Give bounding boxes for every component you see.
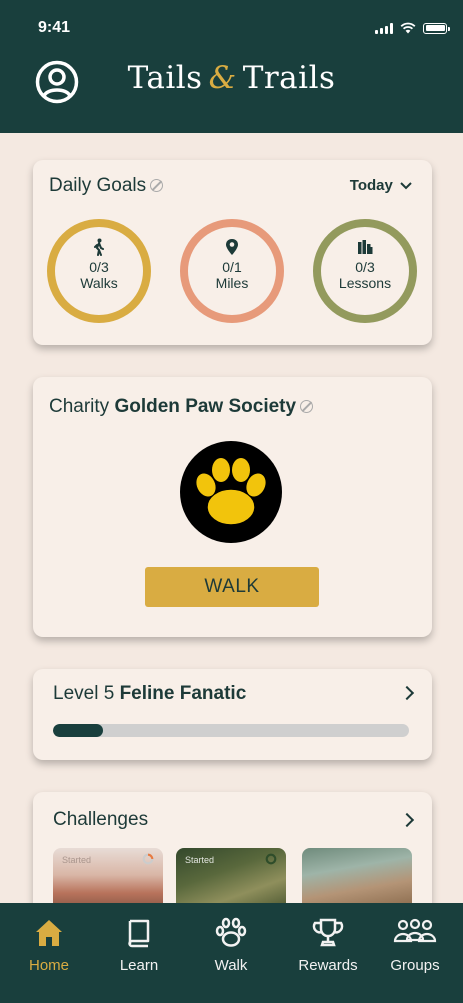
challenge-status: Started [185,855,215,865]
goal-ring-lessons[interactable]: 0/3 Lessons [313,219,417,323]
miles-label: Miles [215,275,249,291]
info-icon[interactable] [150,179,164,193]
book-icon [128,919,150,948]
challenges-title: Challenges [53,809,149,830]
period-label: Today [349,177,393,194]
daily-goals-card: Daily Goals Today 0/3 Walks 0/1 Miles 0/… [33,160,432,345]
tab-label: Walk [214,957,248,974]
miles-value: 0/1 [222,259,242,275]
tab-groups[interactable]: Groups [370,917,460,974]
bottom-tab-bar: Home Learn Walk Rewards Groups [0,903,463,1003]
walking-person-icon [94,238,104,256]
goal-ring-miles[interactable]: 0/1 Miles [180,219,284,323]
tab-home[interactable]: Home [4,917,94,974]
level-name: Feline Fanatic [119,683,247,704]
app-header: 9:41 Tails & Trails [0,0,463,133]
tab-rewards[interactable]: Rewards [283,917,373,974]
info-icon[interactable] [300,400,314,414]
map-pin-icon [226,239,238,255]
walk-button[interactable]: WALK [145,567,319,607]
daily-goals-title: Daily Goals [49,175,164,197]
tab-label: Groups [390,957,440,974]
period-dropdown[interactable]: Today [350,177,412,194]
lessons-value: 0/3 [355,259,375,275]
progress-ring-icon [265,853,277,865]
paw-icon [215,917,247,947]
wifi-icon [400,22,416,34]
title-word-1: Tails [127,60,203,96]
lessons-label: Lessons [338,275,392,291]
level-title: Level 5 Feline Fanatic [53,683,247,704]
challenge-status: Started [62,855,92,865]
progress-ring-icon [142,853,154,865]
people-group-icon [393,918,437,943]
home-icon [36,920,62,946]
tab-label: Home [28,957,69,974]
charity-title: Charity Golden Paw Society [49,396,314,418]
books-icon [358,240,373,254]
charity-name: Golden Paw Society [114,396,297,417]
cellular-signal-icon [375,22,393,34]
trophy-icon [312,918,344,947]
chevron-right-icon[interactable] [399,685,415,701]
chevron-right-icon[interactable] [399,812,415,828]
tab-label: Rewards [298,957,358,974]
battery-icon [423,22,450,34]
challenge-thumbnail[interactable] [302,848,412,908]
app-title: Tails & Trails [0,60,463,96]
tab-learn[interactable]: Learn [94,917,184,974]
status-time: 9:41 [38,19,71,36]
tab-walk[interactable]: Walk [186,917,276,974]
goal-ring-walks[interactable]: 0/3 Walks [47,219,151,323]
level-card[interactable]: Level 5 Feline Fanatic [33,669,432,760]
chevron-down-icon [400,182,412,190]
walks-label: Walks [80,275,118,291]
level-progress-fill [53,724,103,737]
level-progress-bar [53,724,409,737]
status-icons [375,22,450,34]
charity-card: Charity Golden Paw Society WALK [33,377,432,637]
challenge-thumbnail[interactable]: Started [176,848,286,908]
title-ampersand: & [208,60,237,96]
challenge-thumbnail[interactable]: Started [53,848,163,908]
walks-value: 0/3 [89,259,109,275]
paw-print-icon [180,441,282,543]
tab-label: Learn [119,957,159,974]
title-word-2: Trails [242,60,336,96]
